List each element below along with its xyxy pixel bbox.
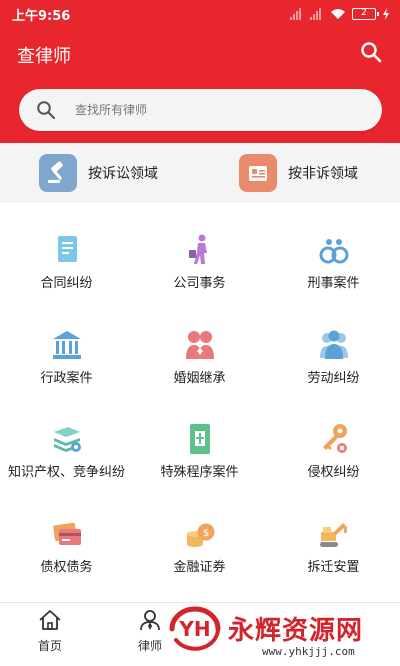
books-icon bbox=[53, 427, 81, 452]
status-icons: 2 bbox=[290, 6, 390, 22]
tab-home[interactable]: 首页 bbox=[20, 607, 80, 659]
header: 上午9:56 2 查律师 bbox=[0, 0, 400, 143]
search-bar[interactable] bbox=[19, 89, 382, 131]
lawyer-icon bbox=[140, 610, 160, 631]
signal-icon bbox=[310, 8, 324, 20]
category-tort[interactable]: 侵权纠纷 bbox=[267, 392, 400, 484]
page-title: 查律师 bbox=[17, 46, 71, 67]
special-file-icon bbox=[189, 424, 210, 454]
business-walker-icon bbox=[188, 234, 207, 264]
svg-text:$: $ bbox=[202, 528, 208, 539]
non-litigation-domain-button[interactable]: 按非诉领域 bbox=[239, 154, 358, 192]
category-label: 婚姻继承 bbox=[173, 371, 226, 386]
government-building-icon bbox=[52, 331, 81, 359]
category-label: 劳动纠纷 bbox=[307, 371, 360, 386]
excavator-icon bbox=[319, 523, 347, 547]
category-label: 拆迁安置 bbox=[307, 560, 360, 575]
workers-icon bbox=[319, 330, 348, 359]
category-label: 债权债务 bbox=[40, 560, 93, 575]
contract-icon bbox=[57, 236, 77, 262]
litigation-domain-label: 按诉讼领域 bbox=[88, 166, 158, 182]
charging-icon bbox=[383, 8, 389, 20]
category-criminal[interactable]: 刑事案件 bbox=[267, 203, 400, 295]
home-icon bbox=[39, 610, 61, 630]
credit-card-icon bbox=[52, 522, 81, 545]
gavel-icon bbox=[39, 154, 77, 192]
category-debt[interactable]: 债权债务 bbox=[0, 487, 133, 579]
category-finance[interactable]: $ 金融证券 bbox=[133, 487, 266, 579]
status-time: 上午9:56 bbox=[12, 9, 71, 24]
key-icon bbox=[322, 424, 347, 453]
document-icon bbox=[239, 154, 277, 192]
category-label: 侵权纠纷 bbox=[307, 465, 360, 480]
category-company[interactable]: 公司事务 bbox=[133, 203, 266, 295]
category-labor[interactable]: 劳动纠纷 bbox=[267, 298, 400, 390]
non-litigation-domain-label: 按非诉领域 bbox=[288, 166, 358, 182]
category-marriage[interactable]: 婚姻继承 bbox=[133, 298, 266, 390]
watermark-logo: YH bbox=[169, 606, 221, 651]
handcuffs-icon bbox=[319, 239, 348, 264]
category-special-procedure[interactable]: 特殊程序案件 bbox=[133, 392, 266, 484]
svg-text:YH: YH bbox=[178, 617, 210, 641]
category-contract[interactable]: 合同纠纷 bbox=[0, 203, 133, 295]
tab-home-label: 首页 bbox=[37, 639, 62, 653]
search-input[interactable] bbox=[75, 100, 365, 120]
couple-icon bbox=[185, 331, 214, 359]
category-administrative[interactable]: 行政案件 bbox=[0, 298, 133, 390]
category-demolition[interactable]: 拆迁安置 bbox=[267, 487, 400, 579]
search-icon[interactable] bbox=[360, 41, 382, 63]
coins-icon: $ bbox=[186, 523, 214, 547]
battery-indicator: 2 bbox=[352, 8, 379, 20]
category-label: 金融证券 bbox=[173, 560, 226, 575]
wifi-icon bbox=[331, 9, 345, 19]
category-label: 合同纠纷 bbox=[40, 276, 93, 291]
category-label: 公司事务 bbox=[173, 276, 226, 291]
signal-icon bbox=[290, 8, 304, 20]
domain-selector: 按诉讼领域 按非诉领域 bbox=[0, 143, 400, 203]
search-icon bbox=[37, 101, 56, 120]
category-ip-competition[interactable]: 知识产权、竞争纠纷 bbox=[0, 392, 133, 484]
litigation-domain-button[interactable]: 按诉讼领域 bbox=[39, 154, 158, 192]
watermark-text: 永辉资源网 bbox=[228, 616, 364, 646]
watermark: YH 永辉资源网 www.yhkjjj.com bbox=[162, 602, 400, 666]
status-bar: 上午9:56 2 bbox=[0, 0, 400, 28]
category-label: 行政案件 bbox=[40, 371, 93, 386]
category-label: 知识产权、竞争纠纷 bbox=[7, 465, 125, 480]
category-label: 特殊程序案件 bbox=[160, 465, 239, 480]
watermark-url: www.yhkjjj.com bbox=[262, 645, 355, 658]
category-label: 刑事案件 bbox=[307, 276, 360, 291]
